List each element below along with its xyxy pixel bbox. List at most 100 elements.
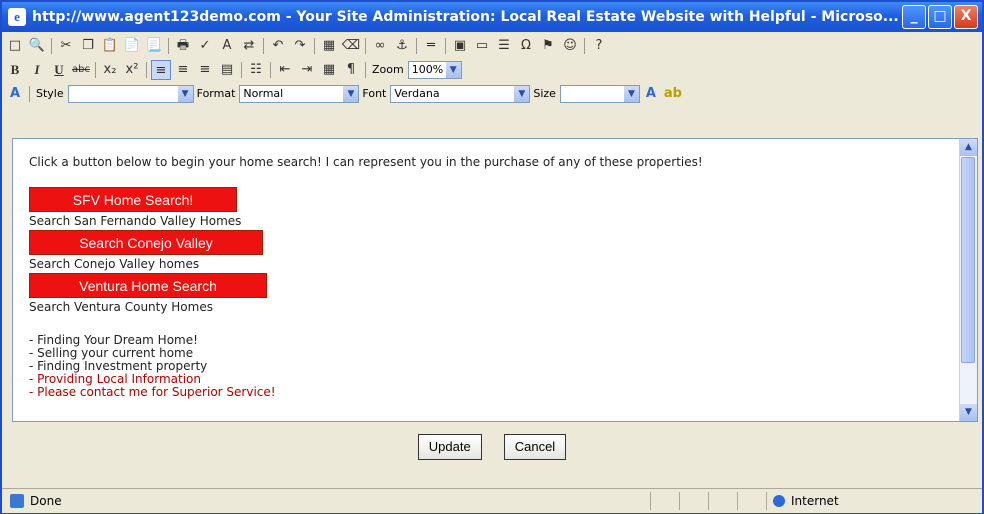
browser-window: e http://www.agent123demo.com - Your Sit…	[0, 0, 984, 514]
align-left-icon[interactable]: ≡	[151, 59, 171, 80]
ie-icon: e	[8, 8, 26, 26]
indent-icon[interactable]: ⇥	[297, 60, 317, 80]
font-style-icon[interactable]: A	[5, 84, 25, 104]
conejo-caption: Search Conejo Valley homes	[29, 257, 200, 271]
chevron-down-icon: ▼	[623, 85, 639, 102]
zoom-select[interactable]: 100% ▼	[407, 60, 462, 79]
align-right-icon[interactable]: ≡	[195, 60, 215, 80]
separator	[168, 37, 169, 54]
paragraph-icon[interactable]: ¶	[341, 60, 361, 80]
redo-icon[interactable]: ↷	[290, 36, 310, 56]
minimize-button[interactable]: _	[902, 5, 926, 29]
separator	[95, 61, 96, 78]
status-done: Done	[2, 494, 650, 508]
size-select[interactable]: ▼	[559, 84, 640, 103]
zone-text: Internet	[791, 494, 839, 508]
justify-icon[interactable]: ▤	[217, 60, 237, 80]
align-center-icon[interactable]: ≡	[173, 60, 193, 80]
separator	[146, 61, 147, 78]
size-label: Size	[533, 87, 556, 100]
bold-icon[interactable]: B	[5, 60, 25, 80]
font-value: Verdana	[394, 86, 440, 100]
outdent-icon[interactable]: ⇤	[275, 60, 295, 80]
security-zone: Internet	[766, 492, 933, 510]
maximize-button[interactable]: □	[928, 5, 952, 29]
preview-icon[interactable]: 🔍	[27, 36, 47, 56]
editor-content[interactable]: Click a button below to begin your home …	[29, 149, 949, 399]
separator	[365, 37, 366, 54]
scroll-down-icon[interactable]: ▼	[960, 404, 977, 421]
highlight-icon[interactable]: ab	[663, 84, 683, 104]
conejo-valley-search-button[interactable]: Search Conejo Valley	[29, 230, 263, 255]
separator	[270, 61, 271, 78]
chevron-down-icon: ▼	[445, 61, 461, 78]
spellcheck-icon[interactable]: ✓	[195, 36, 215, 56]
superscript-icon[interactable]: x²	[122, 60, 142, 80]
flash-icon[interactable]: ⚑	[538, 36, 558, 56]
style-label: Style	[36, 87, 64, 100]
new-document-icon[interactable]: □	[5, 36, 25, 56]
sfv-home-search-button[interactable]: SFV Home Search!	[29, 187, 237, 212]
services-list: - Finding Your Dream Home! - Selling you…	[29, 334, 949, 399]
chevron-down-icon: ▼	[514, 85, 530, 102]
help-icon[interactable]: ?	[589, 36, 609, 56]
copy-icon[interactable]: ❐	[78, 36, 98, 56]
cancel-button[interactable]: Cancel	[503, 434, 567, 460]
separator	[584, 37, 585, 54]
horizontal-rule-icon[interactable]: ═	[421, 36, 441, 56]
list-item: - Please contact me for Superior Service…	[29, 385, 276, 399]
separator	[416, 37, 417, 54]
bulleted-list-icon[interactable]: ☷	[246, 60, 266, 80]
italic-icon[interactable]: I	[27, 60, 47, 80]
page-done-icon	[10, 494, 24, 508]
link-icon[interactable]: ∞	[370, 36, 390, 56]
find-icon[interactable]: A	[217, 36, 237, 56]
sfv-caption: Search San Fernando Valley Homes	[29, 214, 242, 228]
status-cell	[650, 492, 679, 510]
separator	[445, 37, 446, 54]
replace-icon[interactable]: ⇄	[239, 36, 259, 56]
special-char-icon[interactable]: Ω	[516, 36, 536, 56]
chevron-down-icon: ▼	[343, 85, 359, 102]
paste-text-icon[interactable]: 📄	[122, 36, 142, 56]
style-select[interactable]: ▼	[67, 84, 194, 103]
table-icon[interactable]: ▦	[319, 36, 339, 56]
table-props-icon[interactable]: ▦	[319, 60, 339, 80]
subscript-icon[interactable]: x₂	[100, 60, 120, 80]
separator	[29, 85, 30, 102]
toolbar-row-1: □ 🔍 ✂ ❐ 📋 📄 📃 🖶 ✓ A ⇄ ↶ ↷ ▦ ⌫ ∞ ⚓ ═ ▣ ▭ …	[4, 34, 980, 57]
smiley-icon[interactable]: ☺	[560, 36, 580, 56]
toolbar-row-2: B I U abc x₂ x² ≡ ≡ ≡ ▤ ☷ ⇤ ⇥ ▦ ¶ Zoom 1…	[4, 58, 980, 81]
font-select[interactable]: Verdana ▼	[390, 84, 531, 103]
cut-icon[interactable]: ✂	[56, 36, 76, 56]
print-icon[interactable]: 🖶	[173, 36, 193, 56]
zoom-label: Zoom	[372, 63, 404, 76]
status-text: Done	[30, 494, 62, 508]
status-cell	[708, 492, 737, 510]
vertical-scrollbar[interactable]: ▲ ▼	[959, 139, 977, 421]
scroll-up-icon[interactable]: ▲	[960, 139, 977, 156]
editor-area[interactable]: Click a button below to begin your home …	[12, 138, 978, 422]
eraser-icon[interactable]: ⌫	[341, 36, 361, 56]
paste-word-icon[interactable]: 📃	[144, 36, 164, 56]
ventura-home-search-button[interactable]: Ventura Home Search	[29, 273, 267, 298]
undo-icon[interactable]: ↶	[268, 36, 288, 56]
close-button[interactable]: X	[954, 5, 978, 29]
anchor-icon[interactable]: ⚓	[392, 36, 412, 56]
list-box-icon[interactable]: ☰	[494, 36, 514, 56]
separator	[365, 61, 366, 78]
underline-icon[interactable]: U	[49, 60, 69, 80]
status-cell	[679, 492, 708, 510]
form-icon[interactable]: ▭	[472, 36, 492, 56]
strikethrough-icon[interactable]: abc	[71, 60, 91, 80]
paste-icon[interactable]: 📋	[100, 36, 120, 56]
separator	[263, 37, 264, 54]
font-color-icon[interactable]: A	[641, 84, 661, 104]
separator	[51, 37, 52, 54]
toolbar-row-3: A Style ▼ Format Normal ▼ Font Verdana ▼…	[4, 82, 980, 105]
image-icon[interactable]: ▣	[450, 36, 470, 56]
status-bar: Done Internet	[2, 488, 982, 513]
update-button[interactable]: Update	[417, 434, 482, 460]
scroll-thumb[interactable]	[961, 157, 975, 363]
format-select[interactable]: Normal ▼	[239, 84, 360, 103]
